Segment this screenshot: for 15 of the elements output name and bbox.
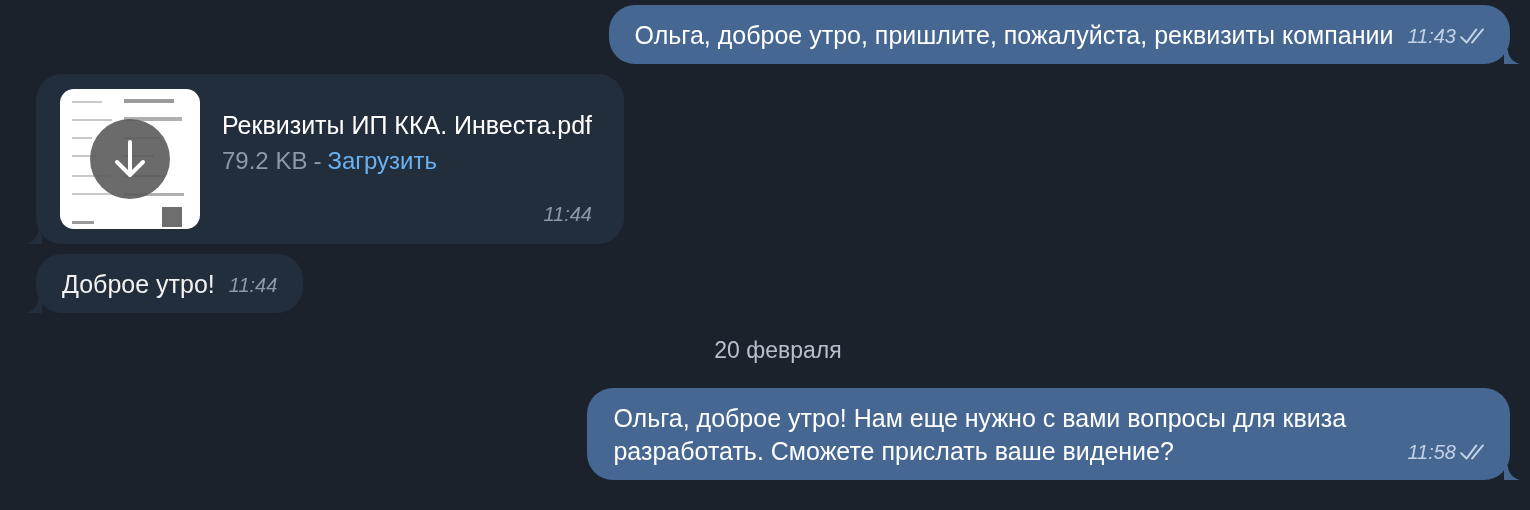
message-text: Ольга, доброе утро, пришлите, пожалуйста, реквизиты компании xyxy=(634,20,1394,51)
download-link[interactable]: Загрузить xyxy=(327,145,437,177)
message-time: 11:44 xyxy=(228,273,278,298)
message-time: 11:58 xyxy=(1407,439,1456,465)
double-check-icon xyxy=(1460,443,1484,460)
separator-text: - xyxy=(313,146,322,176)
message-text: Доброе утро! xyxy=(62,269,215,300)
message-text: Ольга, доброе утро! Нам еще нужно с вами вопросы для квиза разработать. Сможете прислать ваше видение? xyxy=(613,402,1348,467)
date-separator: 20 февраля xyxy=(713,336,842,365)
message-time: 11:43 xyxy=(1407,24,1456,49)
double-check-icon xyxy=(1460,28,1484,44)
message-time: 11:44 xyxy=(543,202,592,227)
file-size: 79.2 KB xyxy=(222,146,308,176)
file-name: Реквизиты ИП ККА. Инвеста.pdf xyxy=(222,110,592,141)
arrow-down-icon xyxy=(113,140,147,178)
